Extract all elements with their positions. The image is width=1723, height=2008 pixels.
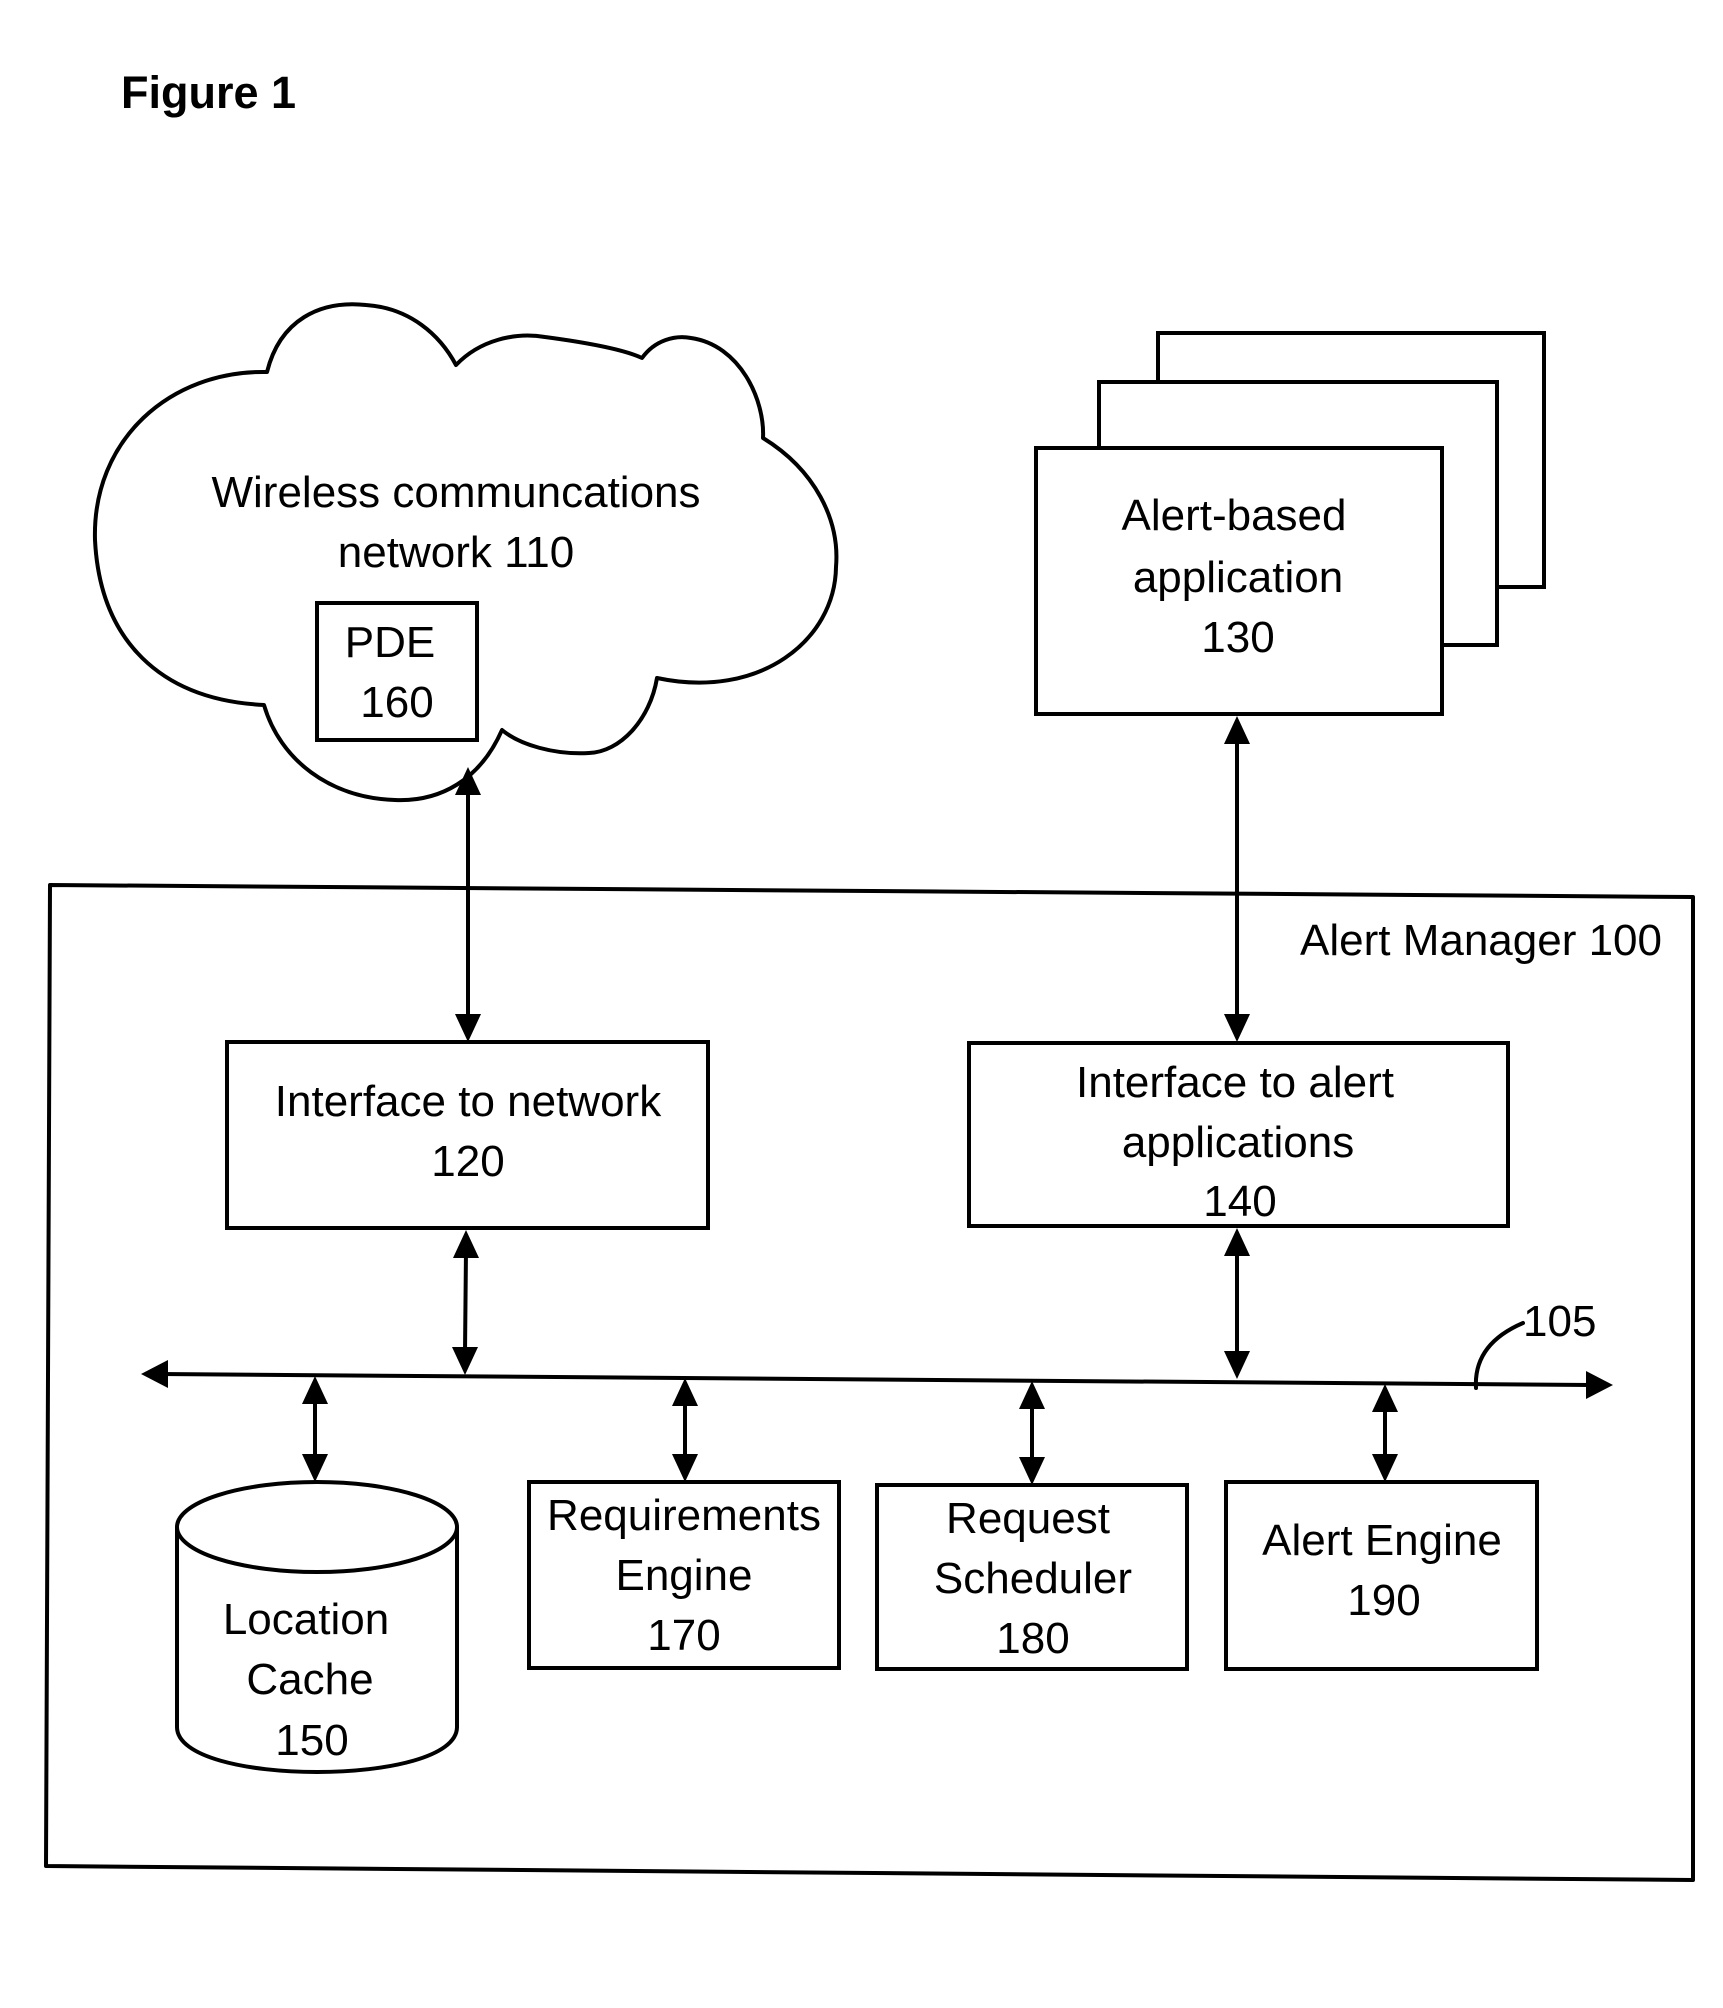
- alert-app-label-line2: application: [1133, 553, 1343, 602]
- interface-alert-label-line2: applications: [1122, 1118, 1354, 1167]
- bus-right-arrowhead: [1586, 1371, 1613, 1399]
- arrow-interface-network-to-bus: [452, 1230, 479, 1375]
- location-cache-cylinder-top: [175, 1480, 459, 1574]
- alert-engine-node: Alert Engine 190: [1224, 1480, 1539, 1671]
- alert-engine-label-line2: 190: [1347, 1576, 1420, 1625]
- interface-network-node: Interface to network 120: [225, 1040, 710, 1230]
- interface-alert-label-line1: Interface to alert: [1076, 1058, 1394, 1107]
- requirements-engine-label-line3: 170: [647, 1611, 720, 1660]
- location-cache-node: Location Cache 150: [175, 1480, 459, 1774]
- figure-title: Figure 1: [121, 67, 296, 118]
- requirements-engine-label-line2: Engine: [615, 1551, 752, 1600]
- location-cache-label-line3: 150: [275, 1716, 348, 1765]
- interface-alert-label-line3: 140: [1203, 1177, 1276, 1226]
- interface-network-box: [225, 1040, 710, 1230]
- alert-engine-label-line1: Alert Engine: [1262, 1516, 1502, 1565]
- interface-network-label-line2: 120: [431, 1137, 504, 1186]
- alert-app-label-line1: Alert-based: [1121, 491, 1346, 540]
- pde-label-line1: PDE: [345, 618, 435, 667]
- network-label-line1: Wireless communcations: [211, 468, 700, 517]
- location-cache-label-line2: Cache: [246, 1655, 373, 1704]
- alert-manager-label: Alert Manager 100: [1300, 916, 1662, 965]
- bus-leader-line: [1473, 1321, 1525, 1390]
- bus-line: [159, 1372, 1591, 1387]
- interface-alert-node: Interface to alert applications 140: [967, 1041, 1510, 1228]
- figure-1-diagram: Figure 1 Wireless communcations network …: [44, 67, 1695, 1882]
- location-cache-label-line1: Location: [223, 1595, 389, 1644]
- bus-label: 105: [1523, 1297, 1596, 1346]
- arrow-bus-to-requirements: [672, 1378, 698, 1482]
- bus-left-arrowhead: [141, 1360, 168, 1388]
- requirements-engine-node: Requirements Engine 170: [527, 1480, 841, 1670]
- request-scheduler-label-line1: Request: [946, 1494, 1110, 1543]
- arrow-app-to-interface: [1224, 716, 1250, 1042]
- request-scheduler-label-line2: Scheduler: [934, 1554, 1132, 1603]
- network-label-line2: network 110: [338, 528, 574, 577]
- alert-app-stack: Alert-based application 130: [1034, 331, 1546, 716]
- pde-node: PDE 160: [315, 601, 479, 742]
- pde-label-line2: 160: [360, 678, 433, 727]
- bus-105: 105: [141, 1297, 1613, 1399]
- arrow-bus-to-scheduler: [1019, 1381, 1045, 1485]
- requirements-engine-label-line1: Requirements: [547, 1491, 821, 1540]
- arrow-interface-alert-to-bus: [1224, 1228, 1250, 1379]
- interface-network-label-line1: Interface to network: [275, 1077, 662, 1126]
- arrow-bus-to-cache: [302, 1376, 328, 1482]
- arrow-network-to-interface: [455, 767, 481, 1042]
- alert-app-label-line3: 130: [1201, 613, 1274, 662]
- arrow-bus-to-alert-engine: [1372, 1384, 1398, 1482]
- request-scheduler-node: Request Scheduler 180: [875, 1483, 1189, 1671]
- request-scheduler-label-line3: 180: [996, 1614, 1069, 1663]
